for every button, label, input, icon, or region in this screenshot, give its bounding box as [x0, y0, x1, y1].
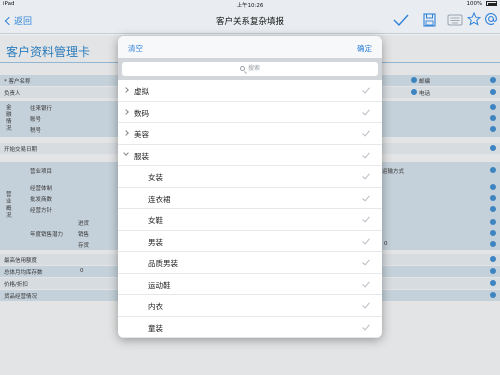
battery-status: 100%: [467, 1, 497, 7]
checkmark-icon[interactable]: [362, 193, 370, 201]
list-item[interactable]: 童装: [118, 317, 382, 338]
list-item-label: 女装: [148, 173, 163, 182]
list-item-label: 男装: [148, 237, 163, 247]
checkmark-icon[interactable]: [362, 236, 370, 244]
list-item-label: 连衣裙: [148, 194, 171, 204]
checkmark-icon[interactable]: [362, 300, 370, 309]
search-input[interactable]: 搜索: [122, 62, 378, 76]
nav-bar: 返回 客户关系复杂填报: [0, 8, 500, 34]
popover-header: 清空 确定: [118, 36, 382, 58]
checkmark-icon[interactable]: [362, 85, 370, 94]
list-item[interactable]: 运动鞋: [118, 274, 382, 295]
checkmark-icon[interactable]: [362, 171, 370, 180]
list-item-label: 品质男装: [148, 259, 178, 268]
chevron-right-icon[interactable]: [123, 130, 129, 136]
checkmark-icon[interactable]: [362, 150, 370, 158]
star-icon[interactable]: [467, 12, 481, 26]
chevron-down-icon[interactable]: [123, 150, 129, 156]
list-item[interactable]: 品质男装: [118, 252, 382, 274]
battery-percent: 100%: [466, 1, 483, 7]
list-item[interactable]: 男装: [118, 231, 382, 252]
list-item[interactable]: 女装: [118, 166, 382, 188]
list-item[interactable]: 美容: [118, 123, 382, 145]
list-item-label: 内衣: [148, 302, 163, 311]
list-item-label: 虚拟: [134, 87, 149, 96]
search-placeholder: 搜索: [247, 65, 260, 72]
clear-button[interactable]: 清空: [128, 43, 143, 54]
confirm-button[interactable]: 确定: [357, 43, 372, 54]
list-item-label: 女鞋: [148, 216, 163, 225]
at-icon[interactable]: [484, 12, 498, 26]
list-item[interactable]: 女鞋: [118, 209, 382, 231]
checkmark-icon[interactable]: [362, 107, 370, 115]
list-item[interactable]: 数码: [118, 102, 382, 123]
list-item-label: 童装: [148, 323, 163, 333]
status-bar: iPad 上午10:26 100%: [0, 0, 500, 9]
category-list: 虚拟数码美容服装女装连衣裙女鞋男装品质男装运动鞋内衣童装: [118, 80, 382, 338]
checkmark-icon[interactable]: [393, 13, 409, 27]
search-icon: [239, 66, 245, 71]
checkmark-icon[interactable]: [362, 279, 370, 287]
list-item[interactable]: 内衣: [118, 295, 382, 317]
list-item-label: 运动鞋: [148, 280, 171, 290]
chevron-right-icon[interactable]: [123, 108, 129, 115]
checkmark-icon[interactable]: [362, 214, 370, 223]
save-icon[interactable]: [423, 13, 436, 27]
chevron-right-icon[interactable]: [123, 87, 129, 93]
list-item[interactable]: 虚拟: [118, 80, 382, 102]
list-item-label: 服装: [134, 151, 149, 161]
list-item[interactable]: 连衣裙: [118, 188, 382, 209]
checkmark-icon[interactable]: [362, 322, 370, 330]
list-item[interactable]: 服装: [118, 145, 382, 166]
search-bar: 搜索: [118, 58, 382, 80]
category-picker-popover: 清空 确定 搜索 虚拟数码美容服装女装连衣裙女鞋男装品质男装运动鞋内衣童装: [118, 36, 382, 338]
checkmark-icon[interactable]: [362, 128, 370, 137]
list-item-label: 数码: [134, 108, 149, 118]
list-item-label: 美容: [134, 130, 149, 139]
checkmark-icon[interactable]: [362, 257, 370, 266]
battery-icon: [486, 1, 497, 6]
keyboard-icon[interactable]: [447, 14, 463, 26]
